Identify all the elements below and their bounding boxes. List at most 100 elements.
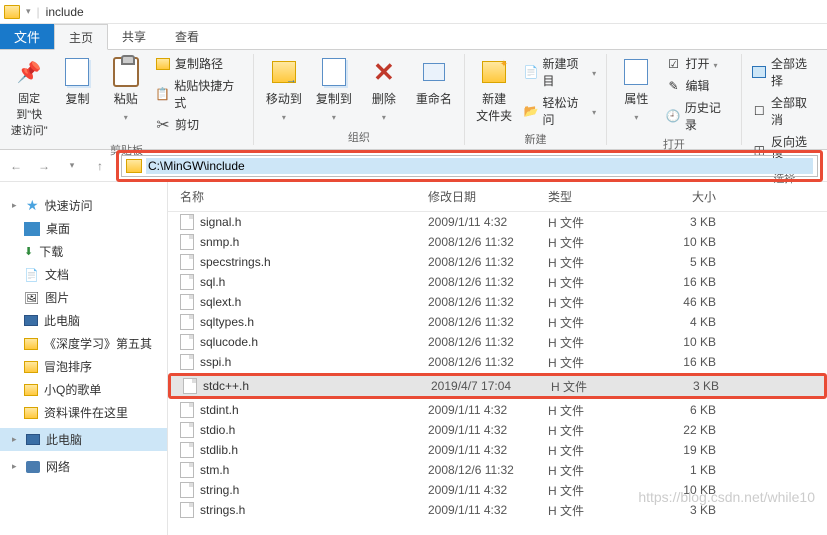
file-row[interactable]: strings.h2009/1/11 4:32H 文件3 KB: [168, 500, 827, 520]
edit-button[interactable]: ✎编辑: [664, 76, 733, 95]
navigation-pane: ▸★快速访问 桌面 ⬇下载 📄文档 🖼图片 此电脑 《深度学习》第五其 冒泡排序…: [0, 182, 168, 535]
address-bar[interactable]: [121, 155, 818, 177]
tab-view[interactable]: 查看: [161, 24, 214, 49]
file-date: 2008/12/6 11:32: [428, 235, 548, 249]
file-row[interactable]: sqlucode.h2008/12/6 11:32H 文件10 KB: [168, 332, 827, 352]
pc-icon: [24, 315, 38, 326]
file-name-text: sql.h: [200, 275, 225, 289]
up-button[interactable]: ↑: [88, 154, 112, 178]
folder-icon: [24, 384, 38, 396]
file-name-text: sqlext.h: [200, 295, 241, 309]
select-all-button[interactable]: 全部选择: [750, 54, 819, 90]
address-input[interactable]: [146, 158, 813, 174]
column-size[interactable]: 大小: [658, 188, 728, 205]
column-name[interactable]: 名称: [168, 188, 428, 205]
back-button[interactable]: ←: [4, 154, 28, 178]
copy-to-icon: [322, 58, 346, 86]
file-name-text: strings.h: [200, 503, 245, 517]
tab-file[interactable]: 文件: [0, 24, 54, 49]
easy-access-button[interactable]: 📂轻松访问: [521, 93, 598, 129]
history-button[interactable]: 🕘历史记录: [664, 98, 733, 134]
paste-shortcut-button[interactable]: 📋粘贴快捷方式: [153, 76, 245, 112]
move-to-button[interactable]: 移动到: [262, 54, 306, 125]
sidebar-folder-deeplearning[interactable]: 《深度学习》第五其: [0, 332, 167, 355]
file-row[interactable]: specstrings.h2008/12/6 11:32H 文件5 KB: [168, 252, 827, 272]
sidebar-thispc[interactable]: ▸此电脑: [0, 428, 167, 451]
file-row[interactable]: stdc++.h2019/4/7 17:04H 文件3 KB: [171, 376, 824, 396]
forward-button[interactable]: →: [32, 154, 56, 178]
file-row[interactable]: string.h2009/1/11 4:32H 文件10 KB: [168, 480, 827, 500]
qat-down-icon[interactable]: ▾: [26, 6, 31, 17]
document-icon: 📄: [24, 268, 39, 282]
window-title: include: [46, 5, 84, 19]
file-name-text: snmp.h: [200, 235, 239, 249]
sidebar-desktop[interactable]: 桌面: [0, 217, 167, 240]
sidebar-documents[interactable]: 📄文档: [0, 263, 167, 286]
copy-icon: [65, 58, 89, 86]
sidebar-quick-access[interactable]: ▸★快速访问: [0, 194, 167, 217]
file-size: 1 KB: [658, 463, 728, 477]
path-icon: [156, 58, 170, 70]
file-row[interactable]: stdint.h2009/1/11 4:32H 文件6 KB: [168, 400, 827, 420]
sidebar-folder-songs[interactable]: 小Q的歌单: [0, 378, 167, 401]
file-name-text: stdlib.h: [200, 443, 238, 457]
new-folder-icon: [482, 61, 506, 83]
select-none-button[interactable]: ☐全部取消: [750, 93, 819, 129]
copy-button[interactable]: 复制: [56, 54, 98, 109]
rename-button[interactable]: 重命名: [412, 54, 456, 109]
file-row[interactable]: signal.h2009/1/11 4:32H 文件3 KB: [168, 212, 827, 232]
sidebar-downloads[interactable]: ⬇下载: [0, 240, 167, 263]
properties-button[interactable]: 属性: [615, 54, 657, 125]
file-list-pane: 名称 修改日期 类型 大小 signal.h2009/1/11 4:32H 文件…: [168, 182, 827, 535]
rename-icon: [423, 63, 445, 81]
file-type: H 文件: [548, 234, 658, 251]
column-type[interactable]: 类型: [548, 188, 658, 205]
file-size: 10 KB: [658, 335, 728, 349]
sidebar-pictures[interactable]: 🖼图片: [0, 286, 167, 309]
file-row[interactable]: sqlext.h2008/12/6 11:32H 文件46 KB: [168, 292, 827, 312]
file-row[interactable]: stm.h2008/12/6 11:32H 文件1 KB: [168, 460, 827, 480]
sidebar-folder-bubble[interactable]: 冒泡排序: [0, 355, 167, 378]
clipboard-icon: [113, 57, 139, 87]
new-folder-button[interactable]: 新建 文件夹: [473, 54, 515, 126]
history-icon: 🕘: [666, 108, 681, 124]
sidebar-folder-courseware[interactable]: 资料课件在这里: [0, 401, 167, 424]
ribbon-tabs: 文件 主页 共享 查看: [0, 24, 827, 50]
file-name-text: sspi.h: [200, 355, 231, 369]
open-button[interactable]: ☑打开: [664, 54, 733, 73]
separator: |: [37, 5, 40, 19]
file-icon: [183, 378, 197, 394]
file-row[interactable]: stdio.h2009/1/11 4:32H 文件22 KB: [168, 420, 827, 440]
file-date: 2009/1/11 4:32: [428, 403, 548, 417]
file-date: 2009/1/11 4:32: [428, 503, 548, 517]
download-icon: ⬇: [24, 245, 33, 258]
copy-to-button[interactable]: 复制到: [312, 54, 356, 125]
tab-share[interactable]: 共享: [108, 24, 161, 49]
file-name-text: sqlucode.h: [200, 335, 258, 349]
file-row[interactable]: sql.h2008/12/6 11:32H 文件16 KB: [168, 272, 827, 292]
file-name-text: signal.h: [200, 215, 241, 229]
tab-home[interactable]: 主页: [54, 24, 108, 50]
sidebar-thispc-quick[interactable]: 此电脑: [0, 309, 167, 332]
file-icon: [180, 462, 194, 478]
new-item-button[interactable]: 📄新建项目: [521, 54, 598, 90]
file-row[interactable]: stdlib.h2009/1/11 4:32H 文件19 KB: [168, 440, 827, 460]
cut-button[interactable]: ✂剪切: [153, 115, 245, 134]
file-row[interactable]: sqltypes.h2008/12/6 11:32H 文件4 KB: [168, 312, 827, 332]
recent-locations-button[interactable]: ▾: [60, 154, 84, 178]
folder-icon: [24, 338, 38, 350]
file-row[interactable]: snmp.h2008/12/6 11:32H 文件10 KB: [168, 232, 827, 252]
file-date: 2009/1/11 4:32: [428, 443, 548, 457]
paste-button[interactable]: 粘贴: [105, 54, 147, 125]
file-date: 2009/1/11 4:32: [428, 423, 548, 437]
titlebar: ▾ | include: [0, 0, 827, 24]
delete-button[interactable]: ✕ 删除: [362, 54, 406, 125]
pin-to-quick-access-button[interactable]: 📌 固定到"快 速访问": [8, 54, 50, 140]
open-icon: ☑: [666, 56, 682, 72]
sidebar-network[interactable]: ▸网络: [0, 455, 167, 478]
file-size: 3 KB: [658, 503, 728, 517]
file-type: H 文件: [551, 378, 661, 395]
column-date[interactable]: 修改日期: [428, 188, 548, 205]
copy-path-button[interactable]: 复制路径: [153, 54, 245, 73]
file-row[interactable]: sspi.h2008/12/6 11:32H 文件16 KB: [168, 352, 827, 372]
